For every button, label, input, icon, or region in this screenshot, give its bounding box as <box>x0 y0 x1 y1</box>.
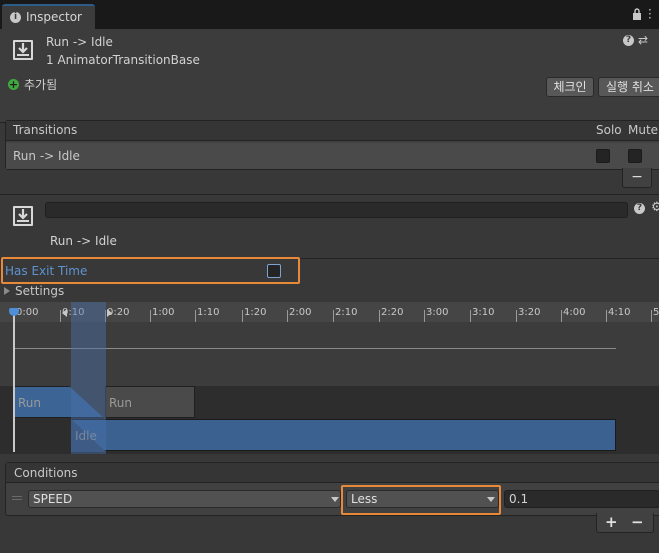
destination-clip-b[interactable] <box>71 419 616 451</box>
highlight-box-operator <box>341 485 501 515</box>
timeline-tick-mark <box>516 310 517 322</box>
chevron-down-icon <box>331 497 339 502</box>
settings-foldout-label[interactable]: Settings <box>15 284 64 298</box>
timeline-tick-label: 2:20 <box>381 307 404 318</box>
timeline-tick-mark <box>470 310 471 322</box>
header-title: Run -> Idle <box>46 35 113 49</box>
transition-title: Run -> Idle <box>50 234 117 248</box>
transition-row[interactable]: Run -> Idle <box>6 143 659 169</box>
timeline-tick-label: 0:00 <box>16 307 39 318</box>
remove-condition-button[interactable]: − <box>631 513 644 531</box>
conditions-footer: + − <box>596 513 654 533</box>
timeline-tick-label: 1:10 <box>197 307 220 318</box>
highlight-box-exit-time <box>1 257 300 284</box>
timeline-tick-mark <box>150 310 151 322</box>
info-icon: i <box>10 12 21 23</box>
drag-handle-icon[interactable] <box>12 496 22 497</box>
conditions-list: Conditions SPEED Less 0.1 <box>5 462 659 516</box>
conditions-header: Conditions <box>6 463 659 483</box>
timeline-tick-label: 2:00 <box>289 307 312 318</box>
timeline-tick-label: 3:00 <box>426 307 449 318</box>
divider <box>0 194 659 195</box>
condition-value-field[interactable]: 0.1 <box>504 490 659 508</box>
timeline-tick-label: 3:10 <box>472 307 495 318</box>
timeline-tick-mark <box>287 310 288 322</box>
destination-clip-a-label: Run <box>109 396 133 410</box>
drag-handle-icon[interactable] <box>12 499 22 500</box>
condition-parameter-dropdown[interactable]: SPEED <box>28 490 341 508</box>
playhead-line[interactable] <box>13 310 15 452</box>
timeline-tick-mark <box>242 310 243 322</box>
transitions-header: Transitions Solo Mute <box>6 121 659 141</box>
tab-inspector[interactable]: i Inspector <box>2 4 95 29</box>
revert-button[interactable]: 실행 취소 <box>598 77 659 97</box>
solo-checkbox[interactable] <box>596 149 610 163</box>
timeline-tick-label: 4:00 <box>563 307 586 318</box>
condition-parameter-value: SPEED <box>33 492 73 506</box>
timeline-tick-mark <box>424 310 425 322</box>
solo-column-label: Solo <box>596 123 622 137</box>
timeline-tick-label: 4:10 <box>608 307 631 318</box>
help-icon[interactable]: ? <box>623 35 634 46</box>
timeline-tick-mark <box>379 310 380 322</box>
help-icon[interactable]: ? <box>634 203 645 214</box>
transition-timeline[interactable]: 0:00 0:10 0:20 1:00 1:10 1:20 2:00 2:10 2:20 3:00… <box>0 302 659 454</box>
added-status-label: 추가됨 <box>24 78 58 92</box>
timeline-tick-label: 1:20 <box>244 307 267 318</box>
timeline-tick-label: 3:20 <box>518 307 541 318</box>
transitions-title: Transitions <box>13 123 78 137</box>
added-plus-icon: + <box>8 78 19 91</box>
timeline-tick-mark <box>606 310 607 322</box>
timeline-tick-mark <box>561 310 562 322</box>
timeline-tick-mark <box>195 310 196 322</box>
source-clip-label: Run <box>18 396 42 410</box>
transition-name-field[interactable] <box>45 202 628 218</box>
transition-icon <box>13 206 33 226</box>
lock-icon[interactable] <box>632 8 642 20</box>
transition-row-label: Run -> Idle <box>13 149 80 163</box>
timeline-tick-mark <box>651 310 652 322</box>
mute-checkbox[interactable] <box>628 149 642 163</box>
add-condition-button[interactable]: + <box>605 513 618 531</box>
checkin-button[interactable]: 체크인 <box>546 77 594 97</box>
transition-icon <box>13 40 33 60</box>
settings-foldout-arrow-icon[interactable] <box>4 287 10 295</box>
tab-label: Inspector <box>26 10 82 24</box>
transition-blend-region[interactable] <box>71 302 106 454</box>
remove-transition-button[interactable]: − <box>622 168 652 188</box>
timeline-tick-mark <box>333 310 334 322</box>
kebab-menu-icon[interactable]: · · · <box>648 4 654 24</box>
timeline-tick-label: 1:00 <box>152 307 175 318</box>
gear-icon[interactable]: ⚙ <box>651 200 659 215</box>
blend-handles-icon[interactable] <box>60 307 114 321</box>
conditions-title: Conditions <box>14 466 78 480</box>
inspector-header: Run -> Idle 1 AnimatorTransitionBase ? ⇄… <box>0 29 659 123</box>
transitions-list: Transitions Solo Mute Run -> Idle <box>5 120 659 170</box>
tab-bar: i Inspector · · · <box>0 0 659 29</box>
mute-column-label: Mute <box>628 123 659 137</box>
preset-settings-icon[interactable]: ⇄ <box>638 33 648 47</box>
header-subtitle: 1 AnimatorTransitionBase <box>46 53 200 67</box>
timeline-tick-label: 2:10 <box>335 307 358 318</box>
timeline-tick-label: 5 <box>653 307 659 318</box>
